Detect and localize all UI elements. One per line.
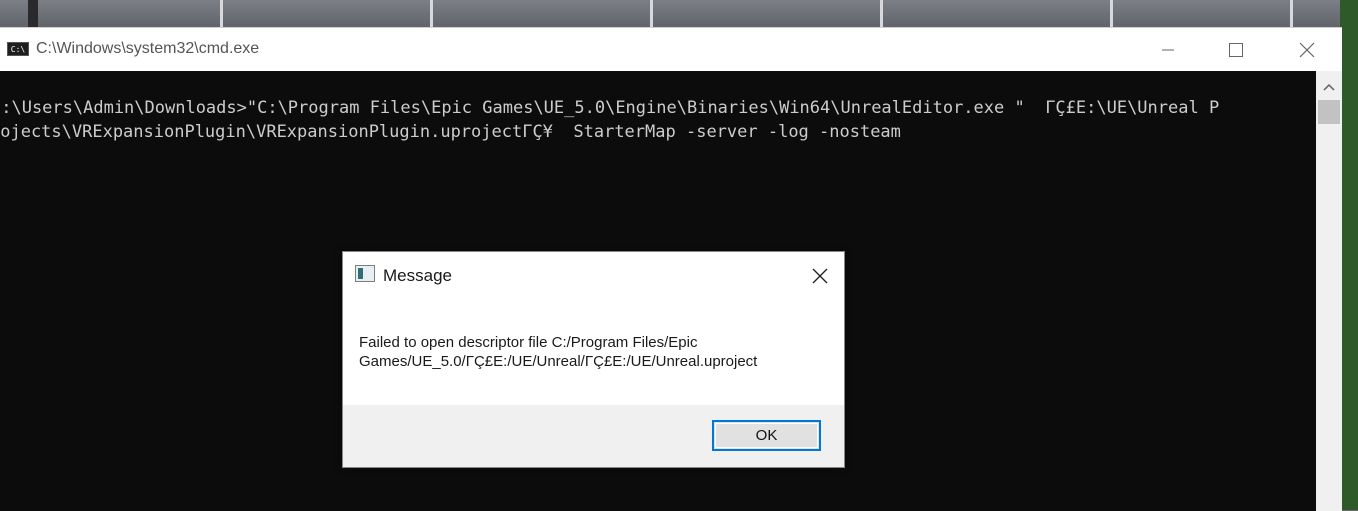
close-button[interactable] (1284, 28, 1330, 71)
message-dialog: Message Failed to open descriptor file C… (342, 251, 845, 468)
console-line-1: C:\Users\Admin\Downloads>"C:\Program Fil… (0, 98, 1220, 118)
title-bar[interactable]: C:\ C:\Windows\system32\cmd.exe (0, 28, 1342, 71)
console-line-2: rojects\VRExpansionPlugin\VRExpansionPlu… (0, 122, 901, 142)
scroll-up-button[interactable] (1316, 77, 1342, 97)
cmd-app-icon[interactable]: C:\ (7, 42, 29, 56)
dialog-close-button[interactable] (805, 262, 835, 290)
maximize-icon (1229, 42, 1243, 57)
dialog-close-icon (812, 268, 828, 284)
vertical-scrollbar[interactable] (1316, 71, 1342, 511)
dialog-message: Failed to open descriptor file C:/Progra… (359, 333, 819, 371)
scrollbar-thumb[interactable] (1318, 100, 1340, 124)
close-icon (1299, 42, 1315, 57)
minimize-icon (1162, 49, 1174, 50)
message-app-icon (355, 265, 375, 282)
minimize-button[interactable] (1145, 28, 1191, 71)
window-title: C:\Windows\system32\cmd.exe (36, 40, 260, 57)
dialog-footer: OK (343, 405, 844, 467)
dialog-title: Message (383, 266, 452, 285)
dialog-message-line-2: Games/UE_5.0/ΓÇ£E:/UE/Unreal/ΓÇ£E:/UE/Un… (359, 353, 758, 370)
dialog-message-line-1: Failed to open descriptor file C:/Progra… (359, 334, 698, 351)
ok-button[interactable]: OK (712, 420, 821, 451)
scroll-up-icon (1323, 83, 1335, 91)
maximize-button[interactable] (1213, 28, 1259, 71)
